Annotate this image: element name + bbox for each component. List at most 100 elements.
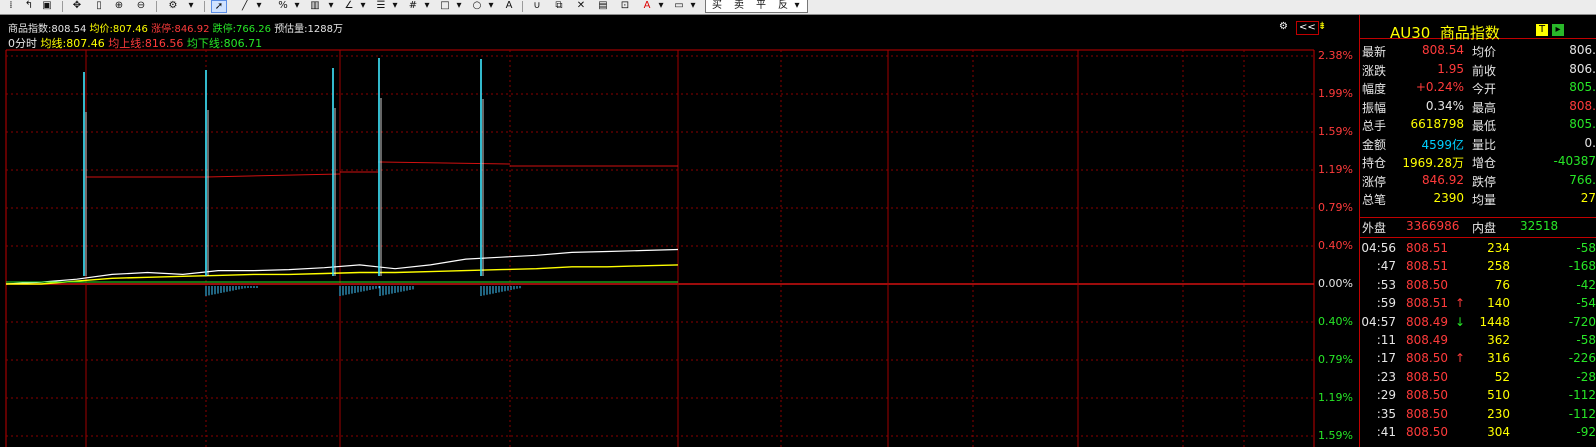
quote-label: 总笔: [1362, 193, 1387, 207]
index-price: 商品指数:808.54: [8, 24, 87, 35]
tick-position-change: -54: [1576, 296, 1596, 311]
tick-position-change: -28: [1576, 369, 1596, 384]
tick-row[interactable]: :23 808.50 52 -28: [1360, 370, 1596, 388]
percent-tick-label: 0.00%: [1318, 277, 1353, 290]
tick-arrow-icon: ↓: [1454, 314, 1466, 329]
quote-label: 最低: [1472, 119, 1497, 133]
divider: [1360, 217, 1596, 218]
tick-row[interactable]: :17 808.50 ↑ 316 -226: [1360, 351, 1596, 369]
tick-row[interactable]: 04:56 808.51 234 -58: [1360, 241, 1596, 259]
tick-price: 808.51: [1406, 296, 1448, 311]
quote-label: 总手: [1362, 119, 1387, 133]
tick-time: :47: [1376, 259, 1396, 274]
tick-price: 808.50: [1406, 369, 1448, 384]
tick-price: 808.50: [1406, 425, 1448, 439]
tick-price: 808.49: [1406, 333, 1448, 347]
tick-position-change: -226: [1568, 351, 1596, 366]
tick-arrow-icon: ↑: [1454, 296, 1466, 311]
tick-volume: 1448: [1479, 314, 1510, 329]
percent-tick-label: 1.19%: [1318, 391, 1353, 404]
percent-tick-label: 1.59%: [1318, 125, 1353, 138]
tick-row[interactable]: :11 808.49 362 -58: [1360, 333, 1596, 351]
tick-time: :23: [1376, 369, 1396, 384]
upper-band-segment: [377, 161, 511, 165]
quote-label: 今开: [1472, 82, 1497, 96]
collapse-button[interactable]: <<: [1296, 21, 1319, 35]
quote-header: AU30 商品指数 T ▸: [1360, 18, 1596, 42]
percent-tick-label: 1.99%: [1318, 87, 1353, 100]
tick-volume: 316: [1487, 351, 1510, 366]
percent-tick-label: 2.38%: [1318, 49, 1353, 62]
outer-value: 3366986: [1406, 219, 1460, 233]
quote-label: 前收: [1472, 63, 1497, 78]
percent-tick-label: 1.59%: [1318, 429, 1353, 442]
expand-icon[interactable]: ▸: [1552, 24, 1564, 36]
average-line: [6, 264, 679, 285]
percent-tick-label: 0.40%: [1318, 315, 1353, 328]
tick-price: 808.50: [1406, 406, 1448, 421]
limit-up-price: 涨停:846.92: [151, 24, 210, 35]
tick-row[interactable]: 04:57 808.49 ↓ 1448 -720: [1360, 315, 1596, 333]
quote-label: 涨停: [1362, 174, 1387, 189]
tick-row[interactable]: :29 808.50 510 -112: [1360, 388, 1596, 406]
percent-tick-label: 0.79%: [1318, 201, 1353, 214]
quote-label: 金额: [1362, 137, 1387, 152]
average-price: 均价:807.46: [89, 24, 148, 35]
limit-down-price: 跌停:766.26: [212, 24, 271, 35]
pin-icon[interactable]: ⇟: [1318, 21, 1326, 33]
tick-volume: 140: [1487, 296, 1510, 311]
percent-tick-label: 0.40%: [1318, 239, 1353, 252]
tick-time: :29: [1376, 388, 1396, 403]
tick-time: :41: [1376, 425, 1396, 439]
intraday-chart: [5, 49, 1315, 447]
tick-volume: 76: [1494, 277, 1510, 292]
outer-label: 外盘: [1362, 221, 1387, 235]
tick-position-change: -112: [1568, 388, 1596, 403]
quote-value: 808.: [1569, 98, 1596, 113]
quote-value: 808.54: [1422, 43, 1464, 57]
quote-value: 27: [1580, 191, 1596, 205]
avg-line-value: 均线:807.46: [40, 37, 105, 50]
tick-time: :17: [1376, 351, 1396, 366]
tick-position-change: -92: [1576, 425, 1596, 439]
quote-value: 4599亿: [1421, 137, 1464, 152]
tick-position-change: -168: [1568, 259, 1596, 274]
tick-row[interactable]: :59 808.51 ↑ 140 -54: [1360, 296, 1596, 314]
tick-time: :11: [1376, 333, 1396, 347]
divider: [1360, 237, 1596, 238]
tick-row[interactable]: :35 808.50 230 -112: [1360, 407, 1596, 425]
tick-volume: 510: [1487, 388, 1510, 403]
tick-position-change: -58: [1576, 241, 1596, 255]
trade-badge[interactable]: T: [1536, 24, 1548, 36]
tick-row[interactable]: :47 808.51 258 -168: [1360, 259, 1596, 277]
tick-row[interactable]: :41 808.50 304 -92: [1360, 425, 1596, 443]
tick-time: 04:57: [1361, 314, 1396, 329]
tick-price: 808.50: [1406, 277, 1448, 292]
tick-row[interactable]: :53 808.50 76 -42: [1360, 278, 1596, 296]
quote-value: 2390: [1433, 191, 1464, 205]
upper-line-value: 均上线:816.56: [108, 37, 184, 50]
tick-time: 04:56: [1361, 241, 1396, 255]
quote-value: 1.95: [1437, 61, 1464, 76]
quote-value: 806.: [1569, 43, 1596, 57]
quote-value: 0.: [1584, 135, 1596, 150]
tick-price: 808.49: [1406, 314, 1448, 329]
quote-value: 805.: [1569, 80, 1596, 94]
quote-value: 806.: [1569, 61, 1596, 76]
quote-label: 涨跌: [1362, 63, 1387, 78]
percent-tick-label: 0.79%: [1318, 353, 1353, 366]
tick-arrow-icon: ↑: [1454, 351, 1466, 366]
quote-panel: AU30 商品指数 T ▸ 最新 808.54 均价 806. 涨跌 1.95 前收 806.…: [1359, 15, 1596, 447]
tick-volume: 52: [1494, 369, 1510, 384]
quote-value: 0.34%: [1425, 98, 1464, 113]
tick-time: :59: [1376, 296, 1396, 311]
chart-settings-icon[interactable]: ⚙: [1279, 21, 1288, 33]
quote-label: 幅度: [1362, 82, 1387, 96]
quote-label: 振幅: [1362, 100, 1387, 115]
tick-position-change: -112: [1568, 406, 1596, 421]
quote-value: 6618798: [1410, 117, 1464, 131]
quote-value: 1969.28万: [1402, 156, 1464, 170]
lower-line-value: 均下线:806.71: [186, 37, 263, 50]
tick-position-change: -42: [1576, 277, 1596, 292]
quote-label: 持仓: [1362, 156, 1387, 170]
